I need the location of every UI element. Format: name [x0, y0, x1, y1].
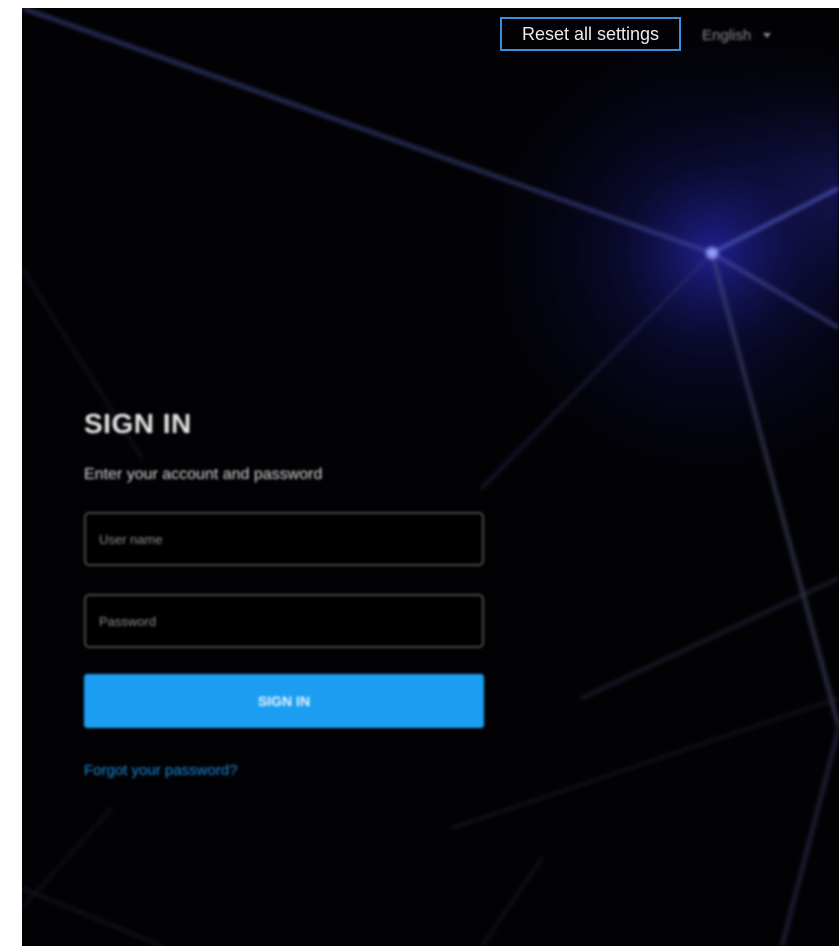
- sign-in-form: SIGN IN Enter your account and password …: [84, 408, 484, 780]
- language-label: English: [702, 27, 752, 44]
- top-bar: Reset all settings English: [22, 8, 839, 78]
- forgot-password-link[interactable]: Forgot your password?: [84, 762, 237, 779]
- login-screen: Reset all settings English SIGN IN Enter…: [22, 8, 839, 946]
- password-input[interactable]: [84, 594, 484, 648]
- chevron-down-icon: [763, 33, 772, 38]
- reset-all-settings-link[interactable]: Reset all settings: [500, 17, 681, 51]
- sign-in-subtitle: Enter your account and password: [84, 466, 323, 483]
- language-selector[interactable]: English: [702, 27, 772, 44]
- sign-in-button[interactable]: SIGN IN: [84, 674, 484, 728]
- sign-in-title: SIGN IN: [84, 408, 192, 439]
- username-input[interactable]: [84, 512, 484, 566]
